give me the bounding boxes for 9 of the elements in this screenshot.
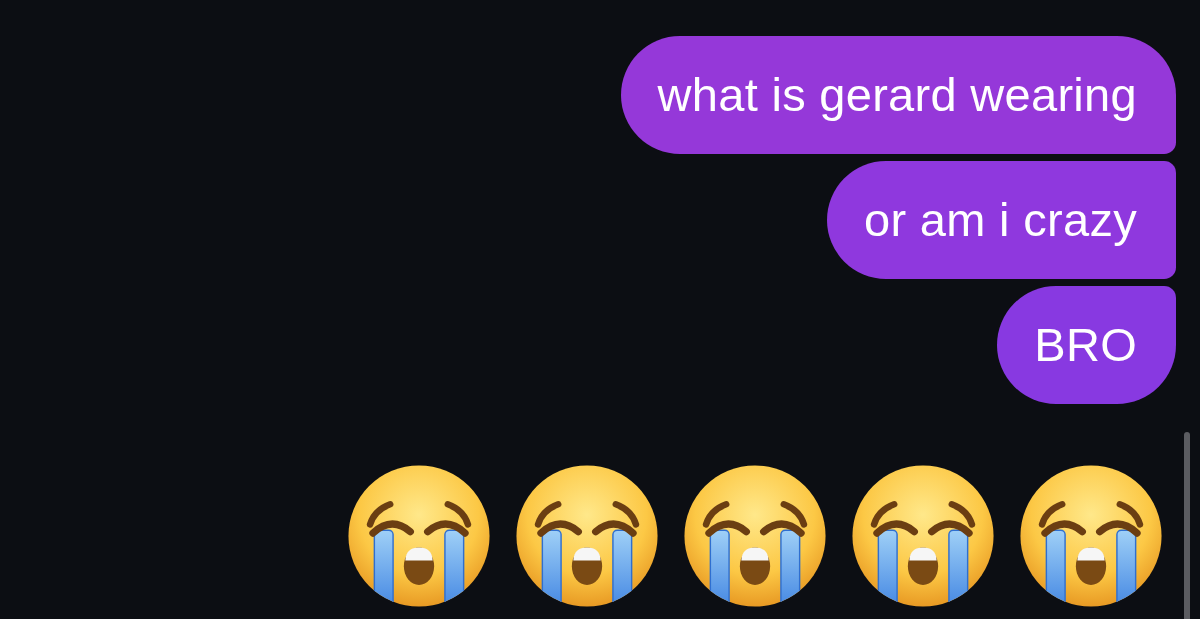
message-bubble: BRO [997,286,1176,404]
crying-face-icon [347,464,491,608]
message-bubble: what is gerard wearing [620,36,1176,154]
crying-face-icon [851,464,995,608]
crying-face-icon [515,464,659,608]
crying-face-icon [1019,464,1163,608]
crying-face-icon [683,464,827,608]
scrollbar-thumb[interactable] [1184,432,1190,619]
message-bubble: or am i crazy [827,161,1176,279]
